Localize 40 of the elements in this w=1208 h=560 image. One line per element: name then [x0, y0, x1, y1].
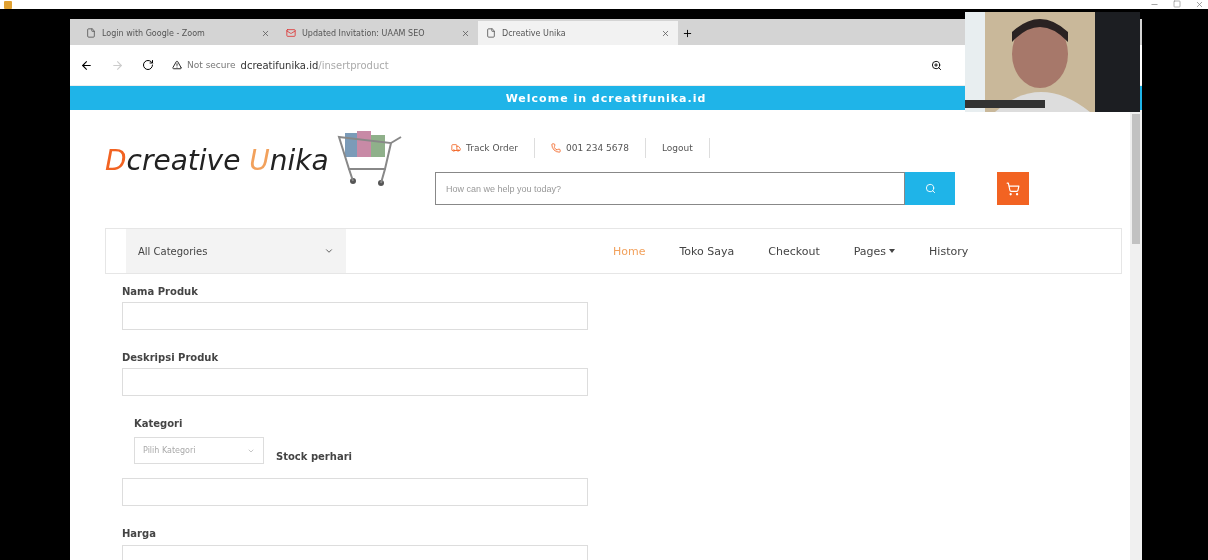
close-icon[interactable] [461, 28, 470, 38]
browser-tab[interactable]: Login with Google - Zoom [78, 21, 278, 45]
security-label: Not secure [187, 60, 236, 70]
page-icon [486, 28, 496, 38]
close-icon[interactable] [661, 28, 670, 38]
welcome-text: Welcome in dcreatifunika.id [505, 91, 707, 105]
new-tab-icon[interactable] [682, 28, 693, 39]
browser-tab[interactable]: Updated Invitation: UAAM SEO [278, 21, 478, 45]
field-label: Harga [122, 528, 157, 539]
field-label: Kategori [134, 418, 184, 429]
field-label: Deskripsi Produk [122, 352, 220, 363]
header-link[interactable]: 001 234 5678 [535, 138, 646, 158]
zoom-icon[interactable] [931, 59, 942, 71]
search-icon [924, 183, 936, 194]
cart-button[interactable] [997, 172, 1029, 205]
app-icon [4, 0, 12, 9]
browser-tab[interactable]: Dcreative Unika [478, 21, 678, 45]
back-icon[interactable] [80, 58, 93, 72]
logo[interactable]: Dcreative Unika [105, 143, 329, 177]
scrollbar-thumb[interactable] [1132, 114, 1140, 244]
input-field[interactable] [122, 478, 588, 506]
header-link[interactable]: Track Order [435, 138, 535, 158]
cart-icon [1006, 181, 1020, 196]
url-text[interactable]: dcreatifunika.id/insertproduct [240, 59, 389, 71]
mail-icon [286, 28, 296, 38]
close-icon[interactable] [261, 28, 270, 38]
input-field[interactable] [122, 302, 588, 330]
field-label: Nama Produk [122, 286, 199, 297]
reload-icon[interactable] [142, 59, 154, 71]
close-icon[interactable] [1195, 0, 1204, 9]
header-link[interactable]: Logout [646, 138, 710, 158]
maximize-icon[interactable] [1173, 0, 1181, 8]
phone-icon [551, 143, 561, 153]
input-field[interactable] [122, 368, 588, 396]
field-label: Stock perhari [276, 451, 352, 462]
warning-icon [172, 60, 182, 70]
forward-icon[interactable] [111, 58, 124, 72]
truck-icon [451, 143, 461, 153]
search-field[interactable]: How can we help you today? [435, 172, 905, 205]
page-icon [86, 28, 96, 38]
